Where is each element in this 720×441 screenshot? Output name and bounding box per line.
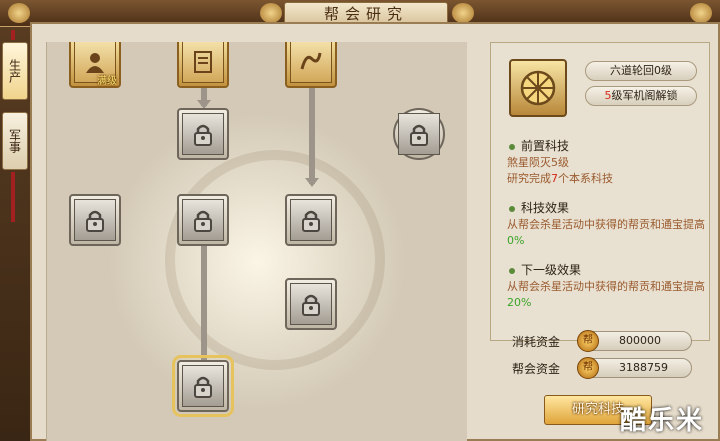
ornament-icon bbox=[260, 3, 282, 23]
tech-node-bottom-middle[interactable] bbox=[172, 355, 234, 417]
tech-node-row3-right[interactable] bbox=[285, 194, 337, 246]
watermark: 酷乐米 bbox=[620, 406, 705, 436]
lock-icon bbox=[182, 199, 224, 241]
tech-node-top-right[interactable] bbox=[285, 42, 337, 88]
next-level-text: 从帮会杀星活动中获得的帮贡和通宝提高 20% bbox=[507, 279, 705, 311]
next-level-value: 20% bbox=[507, 296, 532, 309]
guild-funds-value: 3188759 bbox=[619, 361, 668, 374]
tech-node-row3-left[interactable] bbox=[69, 194, 121, 246]
arrow-down-icon bbox=[305, 178, 319, 187]
effect-title: 科技效果 bbox=[509, 199, 569, 216]
tassel-decoration bbox=[11, 172, 15, 222]
prereq-title: 前置科技 bbox=[509, 137, 569, 154]
guild-funds-label: 帮会资金 bbox=[512, 362, 561, 376]
dragon-icon bbox=[290, 42, 332, 83]
level-max-label: 满级 bbox=[97, 76, 117, 87]
tree-connector bbox=[309, 84, 315, 184]
tech-node-row2-middle[interactable] bbox=[177, 108, 229, 160]
guild-funds-box: 帮 3188759 bbox=[577, 357, 692, 379]
unlock-level: 5 bbox=[604, 89, 612, 102]
lock-icon bbox=[74, 199, 116, 241]
dragon-seal-decoration bbox=[165, 150, 385, 370]
tech-tree: 满级 bbox=[46, 42, 467, 441]
ornament-icon bbox=[8, 3, 30, 23]
lock-icon bbox=[290, 283, 332, 325]
ornament-icon bbox=[690, 3, 712, 23]
unlock-requirement: 5级军机阁解锁 bbox=[585, 86, 697, 106]
lock-icon bbox=[398, 113, 440, 155]
coin-icon: 帮 bbox=[577, 357, 599, 379]
prereq-line2-post: 个本系科技 bbox=[558, 172, 613, 185]
next-level-desc: 从帮会杀星活动中获得的帮贡和通宝提高 bbox=[507, 280, 705, 293]
effect-value: 0% bbox=[507, 234, 525, 247]
cost-value: 800000 bbox=[619, 334, 661, 347]
wheel-icon bbox=[509, 59, 567, 117]
effect-text: 从帮会杀星活动中获得的帮贡和通宝提高 0% bbox=[507, 217, 705, 249]
tech-node-top-middle[interactable] bbox=[177, 42, 229, 88]
tech-node-row4-right[interactable] bbox=[285, 278, 337, 330]
effect-desc: 从帮会杀星活动中获得的帮贡和通宝提高 bbox=[507, 218, 705, 231]
coin-icon: 帮 bbox=[577, 330, 599, 352]
tech-name: 六道轮回0级 bbox=[585, 61, 697, 81]
tab-military[interactable]: 军事 bbox=[2, 112, 28, 170]
cost-value-box: 帮 800000 bbox=[577, 330, 692, 352]
tech-detail-panel: 六道轮回0级 5级军机阁解锁 前置科技 煞星陨灭5级 研究完成7个本系科技 科技… bbox=[490, 42, 710, 341]
tassel-decoration bbox=[11, 30, 15, 40]
prereq-line1: 煞星陨灭5级 bbox=[507, 156, 569, 169]
unlock-text: 级军机阁解锁 bbox=[611, 89, 678, 102]
prereq-line2: 研究完成7个本系科技 bbox=[507, 171, 705, 187]
lock-icon bbox=[290, 199, 332, 241]
lock-icon bbox=[182, 113, 224, 155]
tech-node-row3-middle[interactable] bbox=[177, 194, 229, 246]
tech-node-top-left[interactable]: 满级 bbox=[69, 42, 121, 88]
scroll-icon bbox=[182, 42, 224, 83]
prereq-line2-pre: 研究完成 bbox=[507, 172, 551, 185]
tree-connector bbox=[201, 246, 207, 360]
cost-label: 消耗资金 bbox=[512, 335, 561, 349]
ornament-icon bbox=[452, 3, 474, 23]
tech-node-row2-right[interactable] bbox=[393, 108, 445, 160]
lock-icon bbox=[182, 365, 224, 407]
prereq-count: 7 bbox=[551, 172, 558, 185]
next-level-title: 下一级效果 bbox=[509, 261, 581, 278]
tab-production[interactable]: 生产 bbox=[2, 42, 28, 100]
